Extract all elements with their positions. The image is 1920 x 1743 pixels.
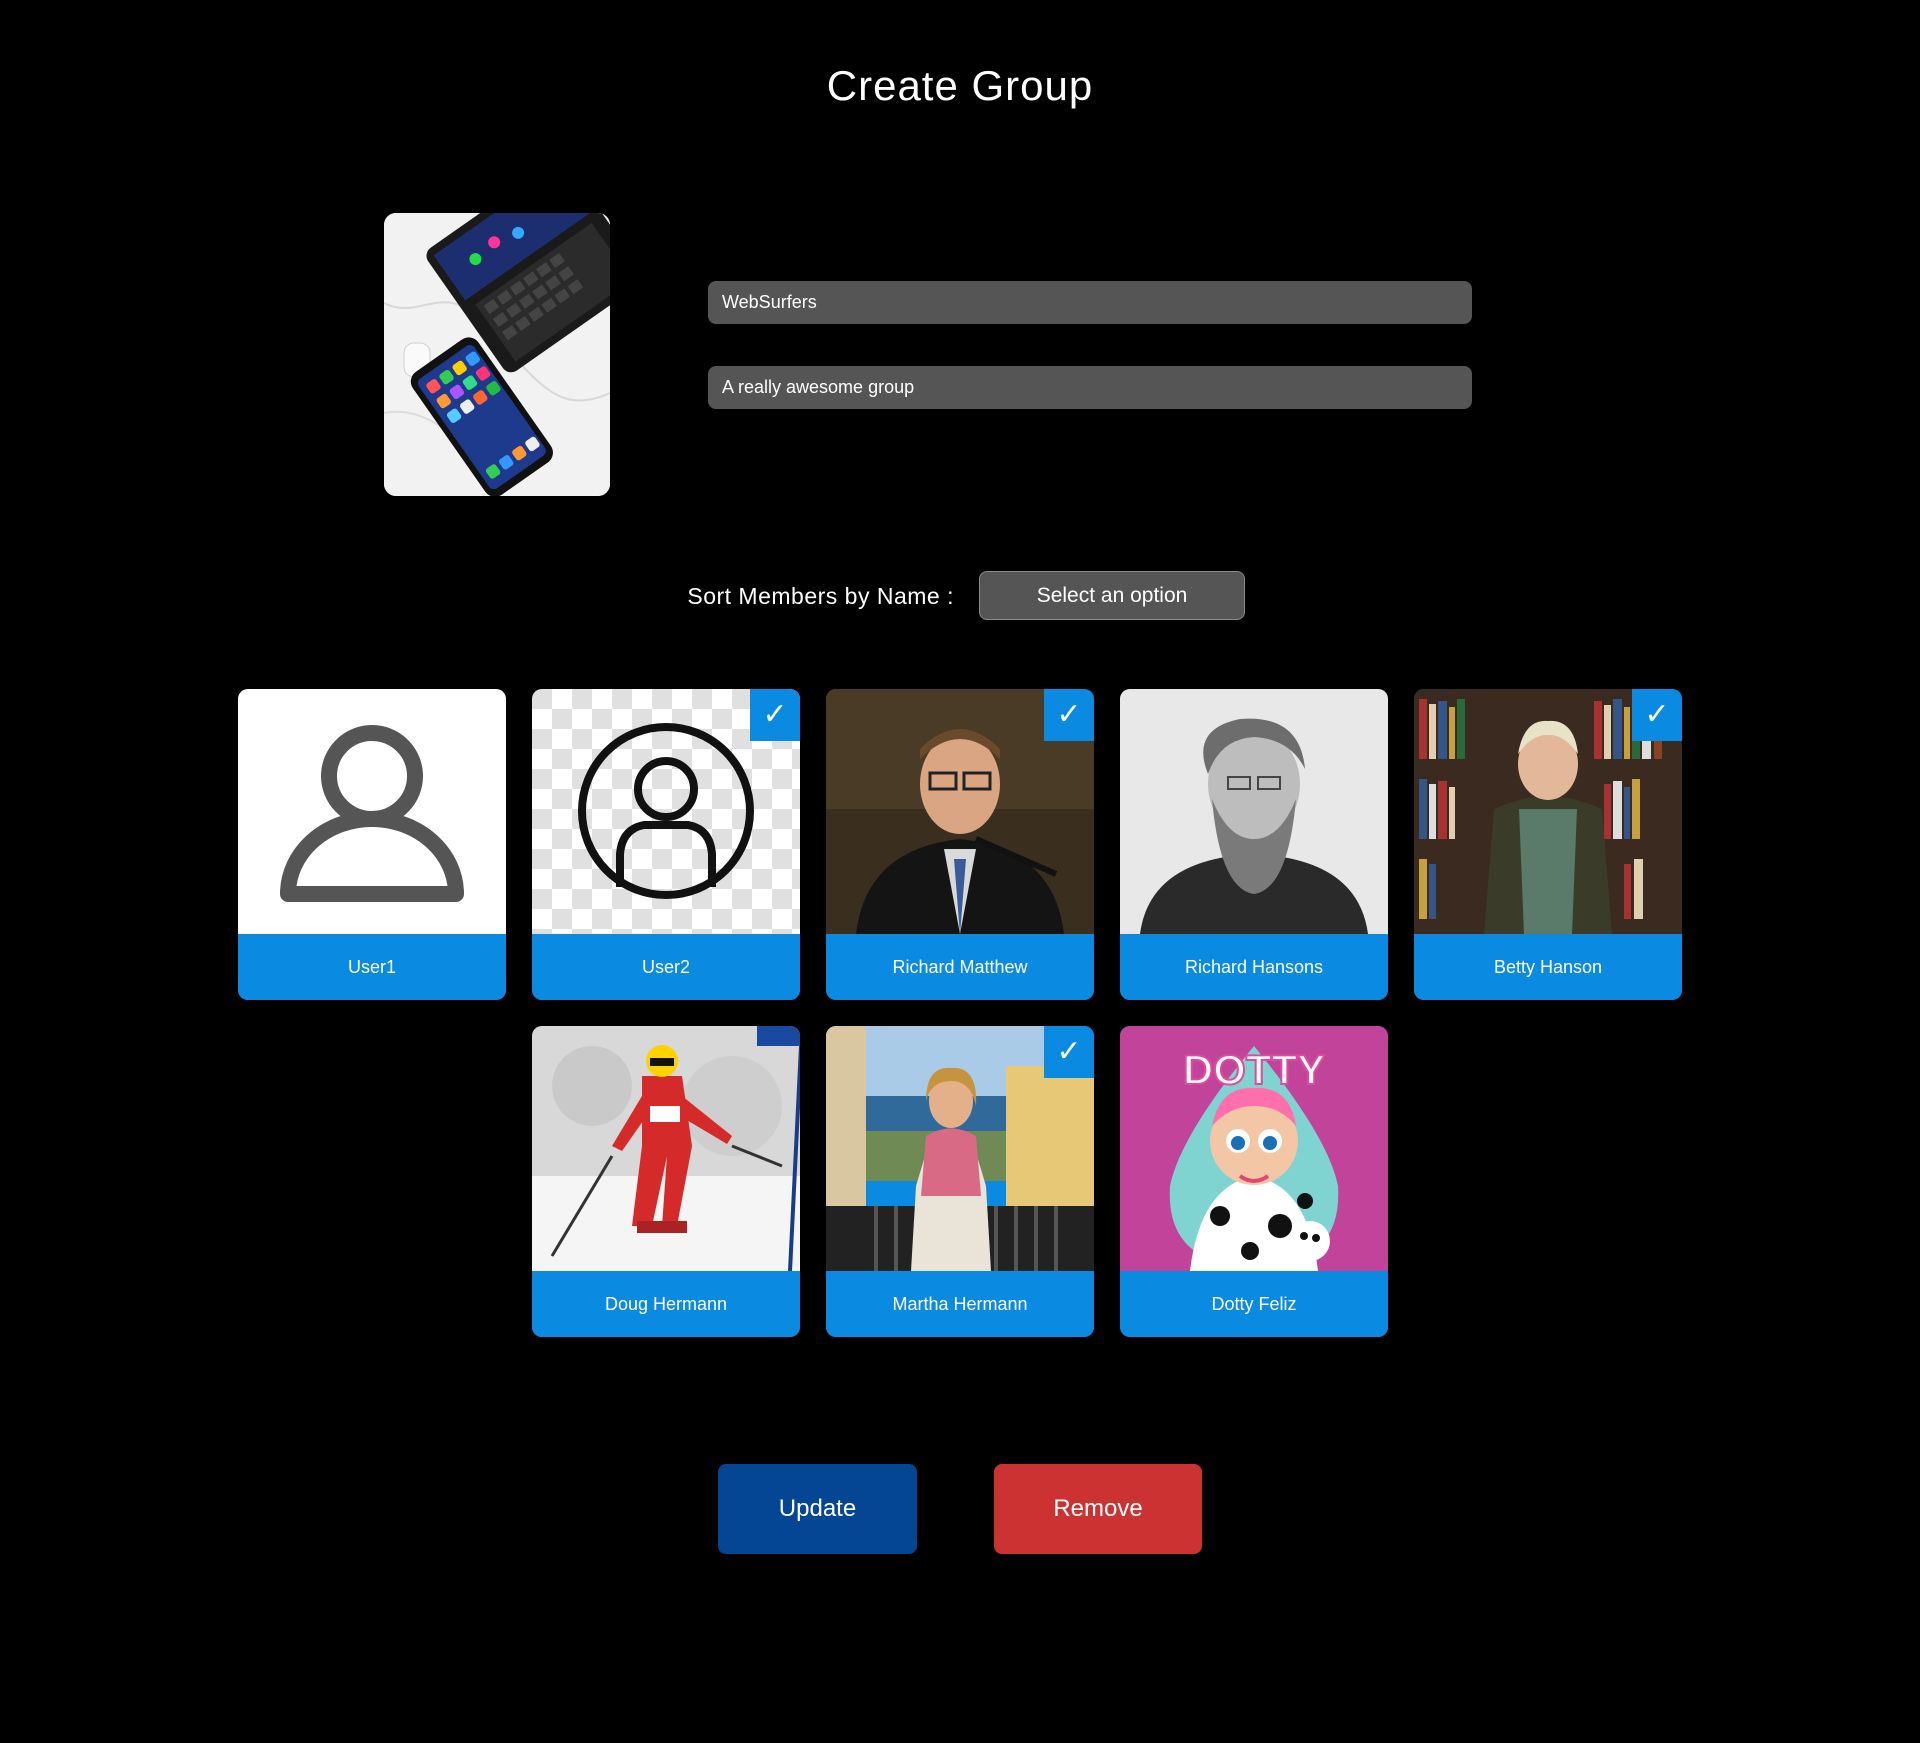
- member-card-dotty-feliz[interactable]: DOTTY Dotty Feliz: [1120, 1026, 1388, 1337]
- member-card-user2[interactable]: ✓ User2: [532, 689, 800, 1000]
- member-photo: [532, 1026, 800, 1271]
- member-card-martha-hermann[interactable]: ✓ Martha Hermann: [826, 1026, 1094, 1337]
- member-card-richard-hansons[interactable]: Richard Hansons: [1120, 689, 1388, 1000]
- selected-check-icon: ✓: [750, 689, 800, 741]
- sort-members-select[interactable]: Select an option: [979, 571, 1245, 620]
- group-image[interactable]: [384, 213, 610, 496]
- member-photo: [1120, 689, 1388, 934]
- member-card-betty-hanson[interactable]: ✓ Betty Hanson: [1414, 689, 1682, 1000]
- selected-check-icon: ✓: [1044, 689, 1094, 741]
- update-button[interactable]: Update: [718, 1464, 917, 1554]
- member-card-doug-hermann[interactable]: Doug Hermann: [532, 1026, 800, 1337]
- remove-button[interactable]: Remove: [994, 1464, 1202, 1554]
- member-card-user1[interactable]: User1: [238, 689, 506, 1000]
- member-name: Richard Hansons: [1120, 934, 1388, 1000]
- selected-check-icon: ✓: [1632, 689, 1682, 741]
- selected-check-icon: ✓: [1044, 1026, 1094, 1078]
- member-name: User1: [238, 934, 506, 1000]
- member-avatar: [238, 689, 506, 934]
- member-name: Doug Hermann: [532, 1271, 800, 1337]
- page-title: Create Group: [826, 62, 1094, 109]
- dotty-logo-text: DOTTY: [1183, 1046, 1325, 1093]
- member-name: Betty Hanson: [1414, 934, 1682, 1000]
- person-outline-icon: [238, 689, 506, 934]
- member-card-richard-matthew[interactable]: ✓ Richard Matthew: [826, 689, 1094, 1000]
- sort-members-row: Sort Members by Name : Select an option: [0, 571, 1920, 620]
- member-name: Martha Hermann: [826, 1271, 1094, 1337]
- group-description-input[interactable]: [708, 366, 1472, 409]
- member-name: User2: [532, 934, 800, 1000]
- member-photo: DOTTY: [1120, 1026, 1388, 1271]
- member-name: Richard Matthew: [826, 934, 1094, 1000]
- sort-members-label: Sort Members by Name :: [687, 583, 954, 609]
- group-name-input[interactable]: [708, 281, 1472, 324]
- member-name: Dotty Feliz: [1120, 1271, 1388, 1337]
